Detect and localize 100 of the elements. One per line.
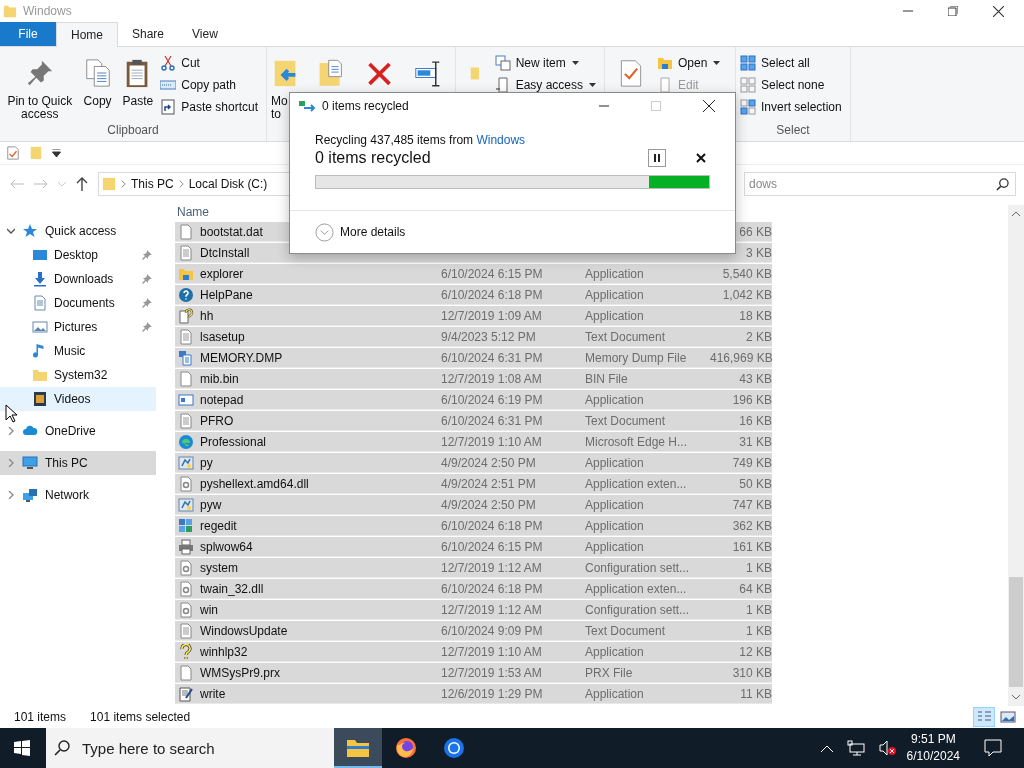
nav-item[interactable]: Downloads	[0, 267, 156, 291]
file-name: system	[200, 560, 238, 575]
file-row[interactable]: Professional 12/7/2019 1:10 AM Microsoft Edge H... 31 KB	[175, 432, 772, 452]
ribbon-button[interactable]: Paste shortcut	[160, 97, 262, 116]
file-row[interactable]: explorer 6/10/2024 6:15 PM Application 5,540 KB	[175, 264, 772, 284]
ribbon-button[interactable]: Easy access	[494, 75, 600, 94]
ribbon-button[interactable]: Invert selection	[740, 97, 846, 116]
breadcrumb[interactable]: This PC	[131, 177, 174, 191]
nav-item[interactable]: Documents	[0, 291, 156, 315]
table-cell: Application	[585, 518, 644, 533]
file-row[interactable]: hh 12/7/2019 1:09 AM Application 18 KB	[175, 306, 772, 326]
notepad-icon	[178, 391, 194, 408]
file-row[interactable]: WindowsUpdate 6/10/2024 9:09 PM Text Document 1 KB	[175, 621, 772, 641]
file-row[interactable]: lsasetup 9/4/2023 5:12 PM Text Document 2 KB	[175, 327, 772, 347]
table-cell: 4/9/2024 2:51 PM	[441, 476, 536, 491]
ribbon-tab[interactable]: Home	[56, 22, 118, 47]
network-icon[interactable]	[846, 740, 865, 756]
ribbon-button[interactable]: Copy path	[160, 75, 262, 94]
table-cell: 6/10/2024 9:09 PM	[441, 623, 543, 638]
file-row[interactable]: twain_32.dll 6/10/2024 6:18 PM Application exten... 64 KB	[175, 579, 772, 599]
ribbon-button[interactable]: Cut	[160, 53, 262, 72]
chevron-right-icon[interactable]	[7, 427, 15, 435]
file-row[interactable]: notepad 6/10/2024 6:19 PM Application 196 KB	[175, 390, 772, 410]
ribbon-tab[interactable]: View	[178, 22, 232, 46]
nav-item[interactable]: This PC	[0, 451, 156, 475]
text-file-icon	[178, 328, 194, 345]
clock-date[interactable]: 6/10/2024	[906, 748, 960, 765]
ribbon-button[interactable]: Select all	[740, 53, 846, 72]
ribbon-button[interactable]: Select none	[740, 75, 846, 94]
notification-icon[interactable]	[984, 739, 1002, 757]
file-row[interactable]: py 4/9/2024 2:50 PM Application 749 KB	[175, 453, 772, 473]
up-arrow-icon[interactable]	[76, 177, 88, 191]
registry-icon	[178, 517, 194, 534]
file-name: pyshellext.amd64.dll	[200, 476, 309, 491]
file-row[interactable]: WMSysPr9.prx 12/7/2019 1:53 AM PRX File 310 KB	[175, 663, 772, 683]
clock-time[interactable]: 9:51 PM	[910, 731, 956, 748]
chevron-down-icon[interactable]	[7, 227, 15, 235]
file-row[interactable]: system 12/7/2019 1:12 AM Configuration sett... 1 KB	[175, 558, 772, 578]
muted-speaker-icon[interactable]	[878, 740, 897, 756]
file-row[interactable]: splwow64 6/10/2024 6:15 PM Application 161 KB	[175, 537, 772, 557]
table-cell: 12/7/2019 1:09 AM	[441, 308, 542, 323]
ribbon-button[interactable]: Paste	[119, 51, 157, 110]
nav-item[interactable]: Music	[0, 339, 156, 363]
nav-item[interactable]: Pictures	[0, 315, 156, 339]
ribbon-button[interactable]: Mo to	[271, 51, 304, 123]
close-icon[interactable]	[993, 5, 1004, 17]
browser-icon	[442, 736, 466, 760]
ribbon-button[interactable]: Copy	[79, 51, 116, 110]
breadcrumb[interactable]: Local Disk (C:)	[188, 177, 268, 191]
scrollbar[interactable]	[1008, 205, 1024, 706]
search-field[interactable]: Type here to search	[46, 728, 334, 768]
properties-icon[interactable]	[6, 145, 20, 161]
ribbon-tab[interactable]: Share	[118, 22, 179, 46]
nav-item[interactable]: System32	[0, 363, 156, 387]
file-name: regedit	[200, 518, 237, 533]
close-icon[interactable]	[703, 100, 715, 112]
file-row[interactable]: pyw 4/9/2024 2:50 PM Application 747 KB	[175, 495, 772, 515]
file-row[interactable]: winhlp32 12/7/2019 1:10 AM Application 12 KB	[175, 642, 772, 662]
scroll-down-icon[interactable]	[1012, 695, 1020, 700]
ribbon-button[interactable]: Pin to Quick access	[4, 51, 76, 123]
table-cell: 12/7/2019 1:12 AM	[441, 602, 542, 617]
scroll-thumb[interactable]	[1009, 577, 1023, 687]
taskbar-app[interactable]	[334, 728, 382, 768]
ribbon-button[interactable]: Open	[657, 53, 725, 72]
nav-item[interactable]: Quick access	[0, 219, 156, 243]
file-row[interactable]: mib.bin 12/7/2019 1:08 AM BIN File 43 KB	[175, 369, 772, 389]
table-cell: 1 KB	[746, 560, 772, 575]
text-file-icon	[178, 622, 194, 639]
file-row[interactable]: win 12/7/2019 1:12 AM Configuration sett... 1 KB	[175, 600, 772, 620]
file-row[interactable]: PFRO 6/10/2024 6:31 PM Text Document 16 KB	[175, 411, 772, 431]
folder-link[interactable]: Windows	[476, 133, 526, 147]
file-name: Professional	[200, 434, 267, 449]
more-details-button[interactable]: More details	[315, 222, 406, 242]
file-row[interactable]: MEMORY.DMP 6/10/2024 6:31 PM Memory Dump File 416,969 KB	[175, 348, 772, 368]
ribbon-button[interactable]: New item	[494, 53, 600, 72]
file-menu-tab[interactable]: File	[0, 22, 56, 46]
nav-item[interactable]: OneDrive	[0, 419, 156, 443]
windows-logo-icon[interactable]	[14, 740, 30, 756]
file-name: lsasetup	[200, 329, 245, 344]
nav-item[interactable]: Desktop	[0, 243, 156, 267]
search-field[interactable]: dows	[744, 172, 1016, 196]
table-cell: Configuration sett...	[585, 560, 690, 575]
caret-icon[interactable]	[52, 149, 61, 157]
file-row[interactable]: regedit 6/10/2024 6:18 PM Application 362 KB	[175, 516, 772, 536]
nav-item[interactable]: Network	[0, 483, 156, 507]
thumbnail-view-icon[interactable]	[998, 708, 1018, 726]
column-header[interactable]: Name	[177, 205, 209, 219]
close-icon[interactable]	[696, 153, 706, 163]
file-row[interactable]: HelpPane 6/10/2024 6:18 PM Application 1,042 KB	[175, 285, 772, 305]
restore-icon[interactable]	[948, 6, 958, 16]
pause-icon[interactable]	[648, 149, 666, 167]
table-cell: 6/10/2024 6:19 PM	[441, 392, 543, 407]
caret-icon	[713, 60, 721, 65]
chevron-right-icon[interactable]	[7, 491, 15, 499]
nav-item[interactable]: Videos	[0, 387, 156, 411]
scroll-up-icon[interactable]	[1012, 211, 1020, 216]
table-cell: 9/4/2023 5:12 PM	[441, 329, 536, 344]
file-row[interactable]: pyshellext.amd64.dll 4/9/2024 2:51 PM Application exten... 50 KB	[175, 474, 772, 494]
file-row[interactable]: write 12/6/2019 1:29 PM Application 11 KB	[175, 684, 772, 704]
chevron-up-icon[interactable]	[820, 744, 833, 752]
